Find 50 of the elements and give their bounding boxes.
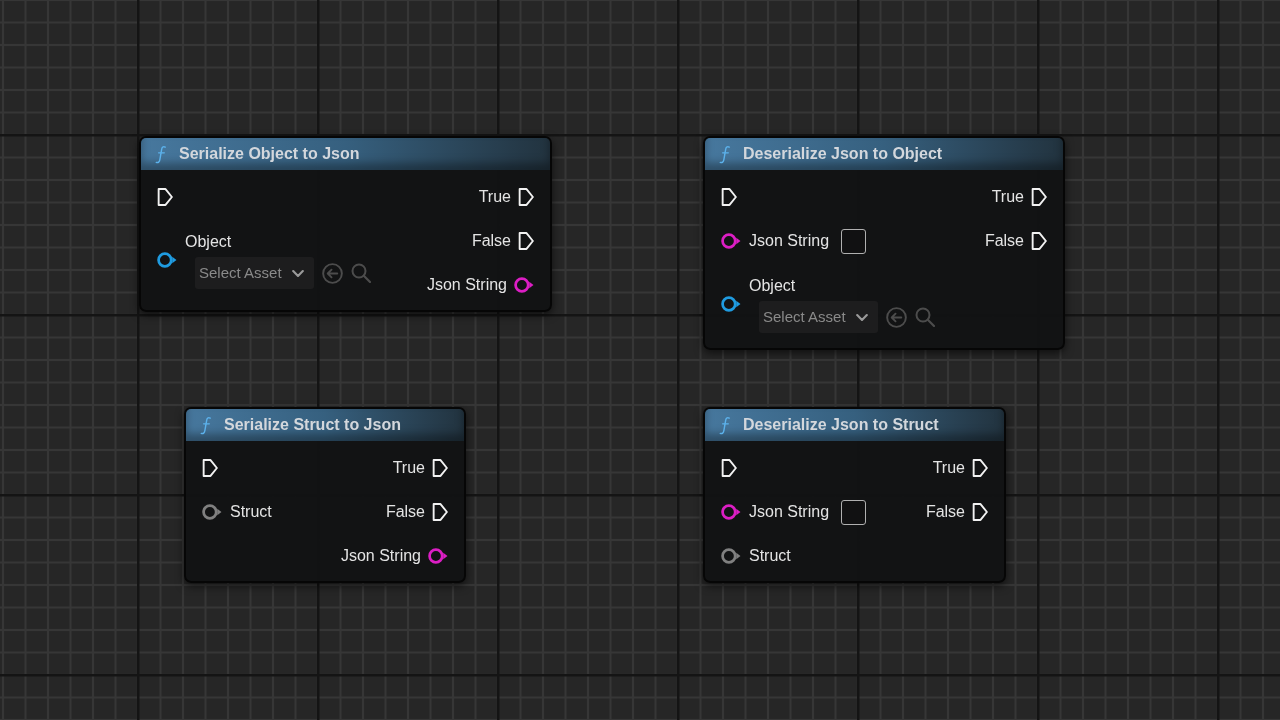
pin-label: True	[991, 187, 1024, 207]
pin-label: True	[932, 458, 965, 478]
pin-label: True	[392, 458, 425, 478]
asset-picker[interactable]: Select Asset	[195, 257, 314, 289]
pin-label: Object	[749, 276, 796, 296]
chevron-down-icon	[855, 313, 868, 321]
exec-pin-icon[interactable]	[432, 503, 448, 521]
node-title: Deserialize Json to Object	[743, 144, 943, 164]
function-icon	[155, 144, 167, 164]
data-pin-icon[interactable]	[157, 252, 177, 268]
node-title: Deserialize Json to Struct	[743, 415, 939, 435]
exec-pin-icon[interactable]	[518, 188, 534, 206]
exec-pin-icon[interactable]	[518, 232, 534, 250]
pin-label: False	[984, 231, 1024, 251]
pin-label: False	[925, 502, 965, 522]
pin-label: Json String	[340, 546, 421, 566]
exec-pin-icon[interactable]	[157, 188, 173, 206]
data-pin-icon[interactable]	[428, 548, 448, 564]
data-pin-icon[interactable]	[721, 233, 741, 249]
exec-pin-icon[interactable]	[972, 503, 988, 521]
exec-pin-icon[interactable]	[721, 188, 737, 206]
pin-label: Object	[185, 232, 232, 252]
text-input-field[interactable]	[841, 228, 867, 254]
pin-label: True	[478, 187, 511, 207]
function-icon	[719, 144, 731, 164]
text-input-field[interactable]	[841, 499, 867, 525]
data-pin-icon[interactable]	[721, 296, 741, 312]
pin-label: Json String	[749, 502, 830, 522]
data-pin-icon[interactable]	[202, 504, 222, 520]
data-pin-icon[interactable]	[721, 504, 741, 520]
node-title: Serialize Object to Json	[179, 144, 360, 164]
pin-label: Struct	[749, 546, 791, 566]
node-title: Serialize Struct to Json	[224, 415, 401, 435]
function-icon	[200, 415, 212, 435]
asset-picker[interactable]: Select Asset	[759, 301, 878, 333]
exec-pin-icon[interactable]	[1031, 188, 1047, 206]
pin-label: False	[385, 502, 425, 522]
data-pin-icon[interactable]	[514, 277, 534, 293]
pin-label: Json String	[426, 275, 507, 295]
pin-label: Struct	[230, 502, 272, 522]
pin-label: False	[471, 231, 511, 251]
exec-pin-icon[interactable]	[721, 459, 737, 477]
pin-label: Json String	[749, 231, 830, 251]
chevron-down-icon	[291, 269, 304, 277]
function-icon	[719, 415, 731, 435]
exec-pin-icon[interactable]	[202, 459, 218, 477]
exec-pin-icon[interactable]	[432, 459, 448, 477]
data-pin-icon[interactable]	[721, 548, 741, 564]
exec-pin-icon[interactable]	[1031, 232, 1047, 250]
exec-pin-icon[interactable]	[972, 459, 988, 477]
